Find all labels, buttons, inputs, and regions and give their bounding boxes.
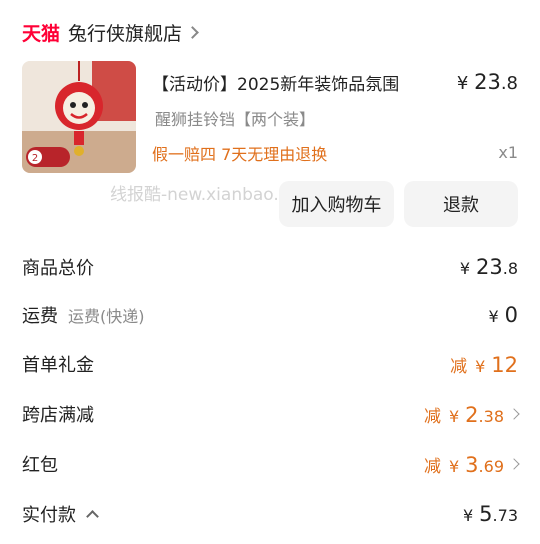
cross-store-value: 减 ¥2.38 xyxy=(424,402,520,427)
summary-row-first-order: 首单礼金 减 ¥12 xyxy=(22,349,518,379)
summary-row-shipping: 运费 运费(快递) ¥0 xyxy=(22,300,518,330)
shipping-label: 运费 xyxy=(22,306,58,327)
svg-text:2: 2 xyxy=(32,153,38,164)
price-integer: 23 xyxy=(474,70,501,94)
quantity: x1 xyxy=(498,143,518,162)
chevron-right-icon xyxy=(508,408,520,420)
red-packet-value: 减 ¥3.69 xyxy=(424,452,520,477)
total-label: 商品总价 xyxy=(22,258,94,279)
summary-row-paid[interactable]: 实付款 ¥5.73 xyxy=(22,499,518,529)
chevron-right-icon xyxy=(508,458,520,470)
currency-symbol: ¥ xyxy=(456,73,469,94)
paid-label: 实付款 xyxy=(22,505,76,526)
chevron-right-icon xyxy=(186,25,199,39)
red-packet-label: 红包 xyxy=(22,455,58,476)
summary-row-cross-store[interactable]: 跨店满减 减 ¥2.38 xyxy=(22,399,520,429)
product-spec: 醒狮挂铃铛【两个装】 xyxy=(155,110,316,129)
first-order-label: 首单礼金 xyxy=(22,355,94,376)
summary-row-red-packet[interactable]: 红包 减 ¥3.69 xyxy=(22,449,520,479)
first-order-value: 减 ¥12 xyxy=(450,352,518,377)
service-guarantee[interactable]: 假一赔四 7天无理由退换 xyxy=(152,141,327,165)
price-decimal: .8 xyxy=(500,73,518,94)
chevron-up-icon[interactable] xyxy=(86,510,99,523)
tmall-logo: 天猫 xyxy=(22,22,61,45)
paid-value: ¥5.73 xyxy=(462,502,518,526)
shipping-method: 运费(快递) xyxy=(68,307,145,326)
shipping-value: ¥0 xyxy=(488,303,518,327)
product-thumbnail[interactable]: 2 xyxy=(22,61,136,173)
store-name[interactable]: 兔行侠旗舰店 xyxy=(68,19,182,46)
product-price: ¥ 23.8 xyxy=(457,70,518,94)
add-to-cart-button[interactable]: 加入购物车 xyxy=(279,181,394,227)
product-title[interactable]: 【活动价】2025新年装饰品氛围 xyxy=(152,70,399,95)
summary-row-total: 商品总价 ¥23.8 xyxy=(22,252,518,282)
total-value: ¥23.8 xyxy=(459,255,518,279)
store-header[interactable]: 天猫 兔行侠旗舰店 xyxy=(22,18,199,46)
cross-store-label: 跨店满减 xyxy=(22,405,94,426)
refund-button[interactable]: 退款 xyxy=(404,181,518,227)
watermark-text: 线报酷-new.xianbao.fun xyxy=(110,185,307,205)
lion-ornament-image: 2 xyxy=(22,61,136,173)
